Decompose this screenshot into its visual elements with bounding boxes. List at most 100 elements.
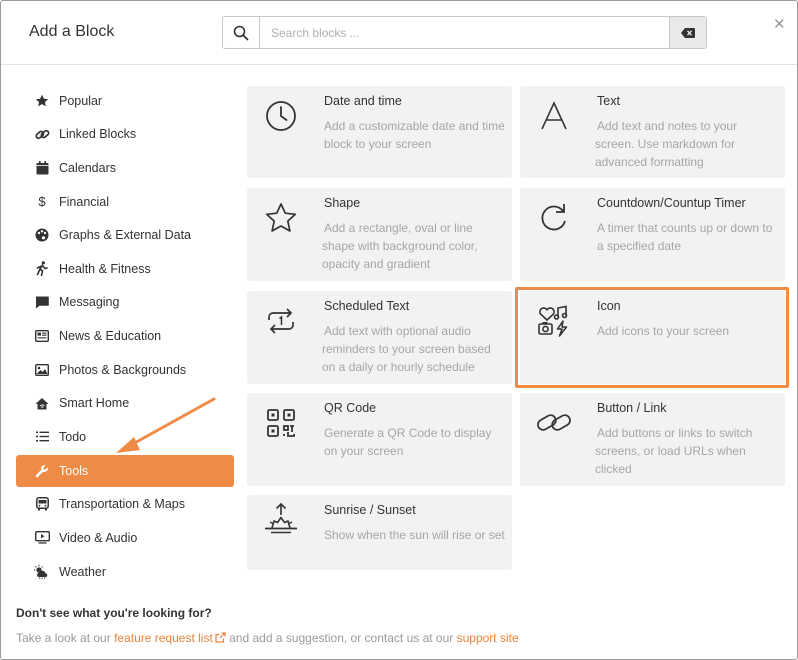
repeat-once-icon — [263, 303, 299, 339]
block-title: Shape — [324, 196, 361, 210]
sidebar-item-label: Graphs & External Data — [59, 228, 192, 243]
block-card-qr-code[interactable]: QR Code Generate a QR Code to display on… — [247, 393, 512, 486]
block-title: Scheduled Text — [324, 299, 410, 313]
sidebar-item-label: Messaging — [59, 295, 120, 310]
sidebar-item-photos-backgrounds[interactable]: Photos & Backgrounds — [16, 353, 234, 387]
sidebar-item-label: Linked Blocks — [59, 127, 137, 142]
sidebar-item-transportation-maps[interactable]: Transportation & Maps — [16, 488, 234, 522]
block-title: Icon — [597, 299, 621, 313]
sidebar-item-label: News & Education — [59, 328, 162, 343]
block-description: Add a customizable date and time block t… — [324, 119, 505, 151]
running-icon — [34, 261, 50, 277]
sidebar-item-label: Transportation & Maps — [59, 497, 185, 512]
smart-home-icon — [34, 395, 50, 411]
block-description: A timer that counts up or down to a spec… — [597, 221, 773, 253]
block-description: Add icons to your screen — [597, 324, 730, 338]
add-block-modal: Add a Block ✕ Popular — [0, 0, 798, 660]
sidebar-item-label: Tools — [59, 463, 89, 478]
block-card-shape[interactable]: Shape Add a rectangle, oval or line shap… — [247, 188, 512, 281]
block-card-text[interactable]: Text Add text and notes to your screen. … — [520, 86, 785, 178]
sidebar-item-todo[interactable]: Todo — [16, 420, 234, 454]
block-title: Text — [597, 94, 620, 108]
sidebar-item-video-audio[interactable]: Video & Audio — [16, 521, 234, 555]
clear-search-button[interactable] — [669, 17, 706, 48]
block-description: Add text with optional audio reminders t… — [322, 324, 491, 374]
sidebar-item-graphs-external-data[interactable]: Graphs & External Data — [16, 218, 234, 252]
sidebar-item-label: Financial — [59, 194, 110, 209]
dollar-icon: $ — [38, 194, 46, 210]
modal-footer: Don't see what you're looking for? Take … — [16, 606, 776, 645]
sidebar-item-label: Popular — [59, 93, 103, 108]
sidebar-item-weather[interactable]: Weather — [16, 555, 234, 589]
star-icon — [34, 93, 50, 109]
block-title: QR Code — [324, 401, 377, 415]
sidebar-item-label: Photos & Backgrounds — [59, 362, 187, 377]
search-icon — [233, 25, 249, 40]
block-description: Add text and notes to your screen. Use m… — [595, 119, 738, 169]
sidebar-item-popular[interactable]: Popular — [16, 84, 234, 118]
category-sidebar: Popular Linked Blocks Calendars $ Financ… — [16, 84, 234, 588]
block-card-scheduled-text[interactable]: Scheduled Text Add text with optional au… — [247, 291, 512, 384]
redo-icon — [536, 200, 572, 236]
search-box — [222, 16, 707, 49]
block-description: Generate a QR Code to display on your sc… — [324, 426, 492, 458]
block-title: Countdown/Countup Timer — [597, 196, 746, 210]
footer-text-middle: and add a suggestion, or contact us at o… — [225, 631, 457, 645]
text-a-icon — [536, 98, 572, 134]
sidebar-item-financial[interactable]: $ Financial — [16, 185, 234, 219]
sidebar-item-news-education[interactable]: News & Education — [16, 319, 234, 353]
sidebar-item-calendars[interactable]: Calendars — [16, 151, 234, 185]
icons-icon — [536, 303, 572, 339]
sidebar-item-messaging[interactable]: Messaging — [16, 286, 234, 320]
block-card-countdown-timer[interactable]: Countdown/Countup Timer A timer that cou… — [520, 188, 785, 281]
sidebar-item-label: Health & Fitness — [59, 261, 151, 276]
backspace-icon — [681, 27, 695, 38]
chain-link-icon — [536, 405, 572, 441]
sunrise-icon — [263, 501, 299, 537]
block-card-sunrise-sunset[interactable]: Sunrise / Sunset Show when the sun will … — [247, 495, 512, 570]
modal-title: Add a Block — [29, 23, 115, 40]
sidebar-item-linked-blocks[interactable]: Linked Blocks — [16, 118, 234, 152]
palette-icon — [34, 227, 50, 243]
block-title: Date and time — [324, 94, 402, 108]
sidebar-item-label: Weather — [59, 564, 107, 579]
newspaper-icon — [34, 328, 50, 344]
footer-text-before: Take a look at our — [16, 631, 115, 645]
block-title: Button / Link — [597, 401, 667, 415]
footer-help-text: Take a look at our feature request list … — [16, 631, 776, 645]
sidebar-item-tools[interactable]: Tools — [16, 454, 234, 487]
sidebar-item-label: Calendars — [59, 160, 116, 175]
block-card-icon[interactable]: Icon Add icons to your screen — [520, 291, 785, 384]
modal-header: Add a Block ✕ — [1, 1, 797, 65]
sidebar-item-label: Video & Audio — [59, 530, 138, 545]
feature-request-link-label: feature request list — [114, 631, 213, 645]
sidebar-item-smart-home[interactable]: Smart Home — [16, 386, 234, 420]
sidebar-item-health-fitness[interactable]: Health & Fitness — [16, 252, 234, 286]
block-card-button-link[interactable]: Button / Link Add buttons or links to sw… — [520, 393, 785, 486]
link-icon — [34, 126, 50, 142]
block-card-date-and-time[interactable]: Date and time Add a customizable date an… — [247, 86, 512, 178]
bus-icon — [34, 496, 50, 512]
qr-code-icon — [263, 405, 299, 441]
search-input[interactable] — [271, 17, 661, 48]
external-link-icon — [215, 632, 226, 643]
list-icon — [34, 429, 50, 445]
block-description: Add a rectangle, oval or line shape with… — [322, 221, 478, 271]
clock-icon — [263, 98, 299, 134]
block-title: Sunrise / Sunset — [324, 503, 416, 517]
support-site-link[interactable]: support site — [457, 631, 519, 645]
wrench-icon — [34, 463, 50, 479]
star-outline-icon — [263, 200, 299, 236]
block-description: Add buttons or links to switch screens, … — [595, 426, 753, 476]
video-icon — [34, 530, 50, 546]
weather-icon — [34, 564, 50, 580]
message-icon — [34, 294, 50, 310]
footer-question: Don't see what you're looking for? — [16, 606, 212, 620]
block-description: Show when the sun will rise or set — [324, 528, 505, 542]
feature-request-link[interactable]: feature request list — [114, 631, 226, 645]
close-icon[interactable]: ✕ — [773, 15, 786, 33]
image-icon — [34, 362, 50, 378]
calendar-icon — [34, 160, 50, 176]
search-button[interactable] — [223, 17, 260, 48]
sidebar-item-label: Todo — [59, 429, 87, 444]
